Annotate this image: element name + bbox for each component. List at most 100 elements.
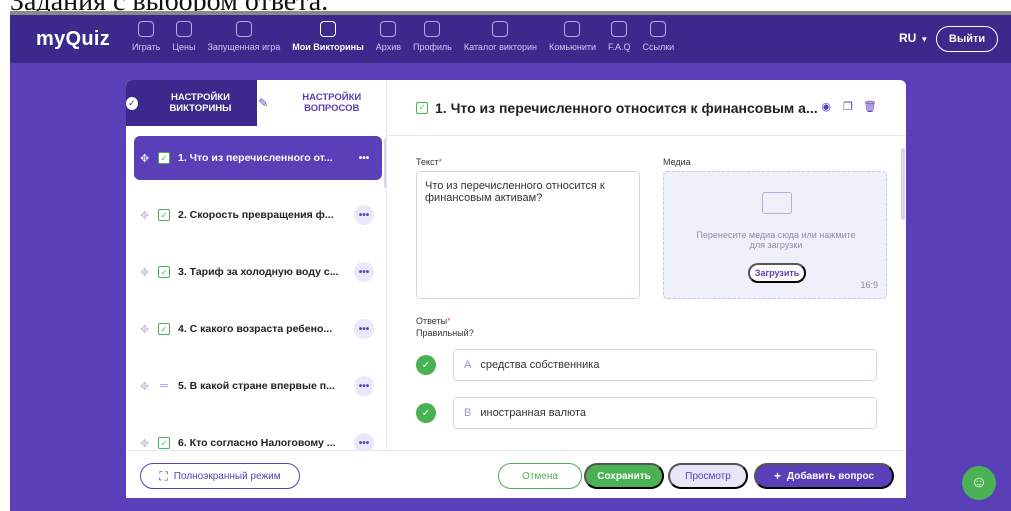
question-text-field[interactable]: Что из перечисленного относится к финанс… — [416, 171, 640, 299]
more-options-icon[interactable]: ••• — [354, 376, 374, 396]
nav-item-my-quizzes[interactable]: Мои Викторины — [292, 21, 364, 61]
preview-button[interactable]: Просмотр — [668, 463, 748, 489]
nav-label: Каталог викторин — [463, 42, 537, 52]
nav-label: Профиль — [413, 42, 452, 52]
help-chat-icon[interactable]: ☺ — [962, 466, 996, 500]
more-options-icon[interactable]: ••• — [354, 433, 374, 450]
media-hint: Перенесите медиа сюда или нажмите для за… — [696, 230, 856, 250]
caret-down-icon: ▼ — [920, 35, 929, 44]
list-item[interactable]: ✥ ✓ 1. Что из перечисленного от... ••• — [134, 136, 382, 180]
gamepad-icon — [138, 21, 155, 37]
upload-button[interactable]: Загрузить — [748, 263, 806, 283]
answer-input[interactable]: A средства собственника — [453, 349, 877, 381]
nav-label: Запущенная игра — [207, 42, 281, 52]
star-icon — [564, 21, 581, 37]
fullscreen-button[interactable]: ⛶ Полноэкранный режим — [140, 463, 300, 489]
nav-label: Архив — [375, 42, 401, 52]
copy-icon[interactable]: ❐ — [842, 100, 854, 113]
nav-label: Цены — [172, 42, 196, 52]
more-options-icon[interactable]: ••• — [354, 148, 374, 168]
media-dropzone[interactable]: Перенесите медиа сюда или нажмите для за… — [663, 171, 887, 299]
tab-quiz-settings[interactable]: ✓ НАСТРОЙКИ ВИКТОРИНЫ — [126, 80, 257, 126]
question-title: 1. Что из перечисленного относится к фин… — [435, 99, 818, 116]
answer-input[interactable]: B иностранная валюта — [453, 397, 877, 429]
logo[interactable]: myQuiz — [36, 28, 110, 51]
tab-question-settings[interactable]: ✎ НАСТРОЙКИ ВОПРОСОВ — [257, 80, 388, 126]
nav-item-community[interactable]: Комьюнити — [549, 21, 596, 61]
profile-icon — [424, 21, 441, 37]
logout-button[interactable]: Выйти — [936, 26, 998, 52]
drag-handle-icon[interactable]: ✥ — [140, 209, 152, 222]
nav-item-profile[interactable]: Профиль — [413, 21, 452, 61]
answer-row: ✓ A средства собственника — [416, 349, 877, 381]
trophy-icon — [235, 21, 252, 37]
nav-item-catalog[interactable]: Каталог викторин — [464, 21, 537, 61]
nav-item-play[interactable]: Играть — [132, 21, 160, 61]
answers-title: Ответы* — [416, 315, 474, 327]
editor-scrollbar[interactable] — [901, 148, 905, 220]
trash-icon[interactable]: 🗑 — [863, 100, 877, 113]
drag-handle-icon[interactable]: ✥ — [140, 380, 152, 393]
question-label: 4. С какого возраста ребено... — [178, 323, 333, 335]
add-question-button[interactable]: + Добавить вопрос — [754, 463, 894, 489]
question-label: 6. Кто согласно Налоговому ... — [178, 437, 336, 449]
main-nav: Играть Цены Запущенная игра Мои Викторин… — [132, 21, 686, 61]
list-item[interactable]: ✥ ✓ 3. Тариф за холодную воду с... ••• — [134, 250, 382, 294]
answer-text: иностранная валюта — [480, 407, 587, 419]
cancel-button[interactable]: Отмена — [498, 463, 582, 489]
correct-toggle-check-icon[interactable]: ✓ — [416, 355, 436, 375]
drag-handle-icon[interactable]: ✥ — [140, 266, 152, 279]
list-item[interactable]: ✥ ✓ 4. С какого возраста ребено... ••• — [134, 307, 382, 351]
check-circle-icon: ✓ — [126, 96, 138, 110]
question-label: 5. В какой стране впервые п... — [178, 380, 335, 392]
catalog-icon — [492, 21, 509, 37]
archive-icon — [380, 21, 397, 37]
nav-item-links[interactable]: Ссылки — [643, 21, 674, 61]
label-text: Ответы — [416, 316, 448, 326]
nav-item-prices[interactable]: Цены — [172, 21, 196, 61]
list-item[interactable]: ✥ ✓ 2. Скорость превращения ф... ••• — [134, 193, 382, 237]
eye-icon[interactable]: ◉ — [820, 100, 832, 113]
more-options-icon[interactable]: ••• — [354, 319, 374, 339]
list-item[interactable]: ✥ ✓ 6. Кто согласно Налоговому ... ••• — [134, 421, 382, 450]
question-label: 1. Что из перечисленного от... — [178, 152, 333, 164]
button-label: Добавить вопрос — [786, 470, 875, 482]
drag-handle-icon[interactable]: ✥ — [140, 152, 152, 165]
nav-item-archive[interactable]: Архив — [376, 21, 401, 61]
top-navigation-bar: myQuiz Играть Цены Запущенная игра Мои В… — [10, 15, 1011, 63]
checkbox-icon: ✓ — [158, 266, 170, 278]
more-options-icon[interactable]: ••• — [354, 262, 374, 282]
tab-label: НАСТРОЙКИ ВИКТОРИНЫ — [169, 92, 232, 114]
editor-footer: ⛶ Полноэкранный режим Отмена Сохранить П… — [126, 450, 906, 498]
button-label: Полноэкранный режим — [173, 470, 281, 482]
required-mark: * — [438, 157, 443, 167]
checkbox-icon: ✓ — [416, 101, 428, 114]
correct-toggle-check-icon[interactable]: ✓ — [416, 403, 436, 423]
link-icon — [650, 21, 667, 37]
text-field-label: Текст* — [416, 157, 442, 167]
aspect-ratio-label: 16:9 — [860, 280, 878, 290]
image-icon — [762, 192, 792, 214]
nav-item-running-game[interactable]: Запущенная игра — [207, 21, 281, 61]
drag-handle-icon[interactable]: ✥ — [140, 437, 152, 450]
nav-label: F.A.Q — [608, 42, 631, 52]
answers-label: Ответы* Правильный? — [416, 315, 474, 339]
checkbox-icon: ✓ — [158, 437, 170, 449]
drag-handle-icon[interactable]: ✥ — [140, 323, 152, 336]
nav-item-faq[interactable]: F.A.Q — [608, 21, 631, 61]
language-label: RU — [899, 31, 917, 45]
editor-actions: ◉ ❐ 🗑 — [820, 100, 886, 113]
media-field-label: Медиа — [663, 157, 691, 167]
answer-row: ✓ B иностранная валюта — [416, 397, 877, 429]
save-button[interactable]: Сохранить — [584, 463, 664, 489]
answer-letter: B — [464, 407, 472, 419]
nav-label: Комьюнити — [548, 42, 596, 52]
question-list: ✥ ✓ 1. Что из перечисленного от... ••• ✥… — [126, 128, 388, 450]
more-options-icon[interactable]: ••• — [354, 205, 374, 225]
plus-icon: + — [773, 469, 781, 483]
checkbox-icon: ✓ — [158, 152, 170, 164]
list-item[interactable]: ✥ ═ 5. В какой стране впервые п... ••• — [134, 364, 382, 408]
answer-text: средства собственника — [480, 359, 600, 371]
question-editor: ✓ 1. Что из перечисленного относится к ф… — [386, 80, 906, 450]
language-selector[interactable]: RU ▼ — [899, 31, 928, 45]
